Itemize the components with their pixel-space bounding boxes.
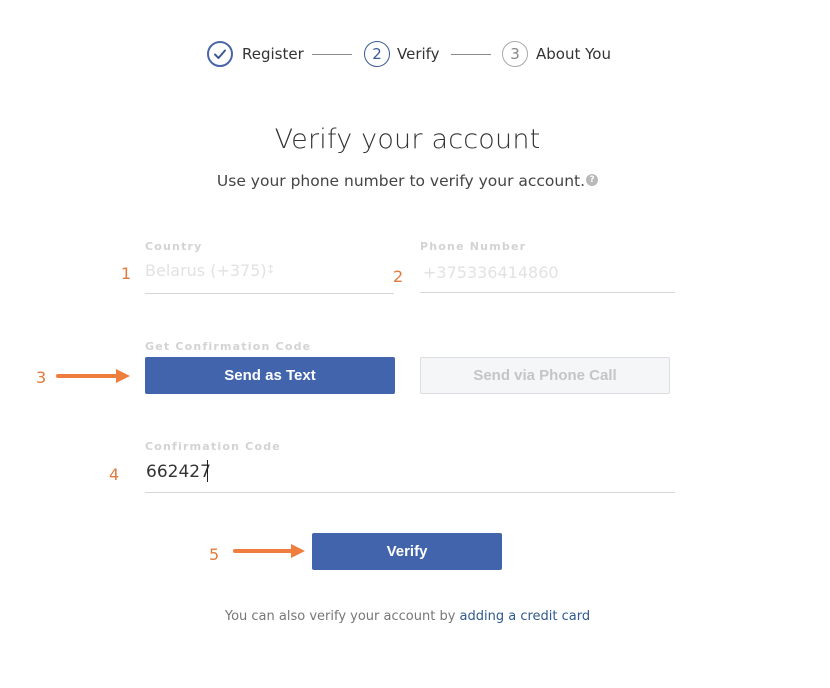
text-cursor — [207, 460, 208, 482]
step-divider — [312, 54, 352, 55]
page-title: Verify your account — [274, 124, 541, 155]
add-credit-card-link[interactable]: adding a credit card — [460, 609, 591, 624]
page-subtitle: Use your phone number to verify your acc… — [0, 172, 815, 190]
phone-underline — [420, 292, 675, 293]
send-via-phone-call-button[interactable]: Send via Phone Call — [420, 357, 670, 394]
send-as-text-button[interactable]: Send as Text — [145, 357, 395, 394]
confirmation-code-input[interactable] — [146, 460, 666, 484]
annotation-2: 2 — [393, 267, 404, 286]
country-underline — [145, 293, 394, 294]
annotation-5: 5 — [209, 545, 220, 564]
step-1-label: Register — [242, 45, 304, 63]
code-underline — [145, 492, 675, 493]
phone-label: Phone Number — [420, 240, 527, 253]
step-1-check-icon — [207, 41, 233, 67]
alternative-verification-text: You can also verify your account by addi… — [0, 609, 815, 624]
step-2-label: Verify — [397, 45, 440, 63]
chevron-down-icon: ↕ — [266, 263, 276, 276]
subtitle-text: Use your phone number to verify your acc… — [216, 172, 586, 190]
country-value: Belarus (+375) — [145, 261, 267, 280]
annotation-4: 4 — [109, 465, 120, 484]
step-2-number: 2 — [364, 41, 390, 67]
annotation-3: 3 — [36, 368, 47, 387]
country-label: Country — [145, 240, 203, 253]
confirmation-code-label: Confirmation Code — [145, 440, 281, 453]
phone-input[interactable]: +375336414860 — [423, 263, 559, 282]
annotation-arrow-icon — [56, 369, 130, 383]
footer-text: You can also verify your account by — [224, 609, 456, 624]
confirmation-method-label: Get Confirmation Code — [145, 340, 312, 353]
verify-button[interactable]: Verify — [312, 533, 502, 570]
step-3-number: 3 — [502, 41, 528, 67]
annotation-arrow-icon — [233, 544, 305, 558]
step-divider — [451, 54, 491, 55]
help-icon[interactable]: ? — [586, 174, 599, 186]
annotation-1: 1 — [121, 264, 132, 283]
step-3-label: About You — [536, 45, 611, 63]
